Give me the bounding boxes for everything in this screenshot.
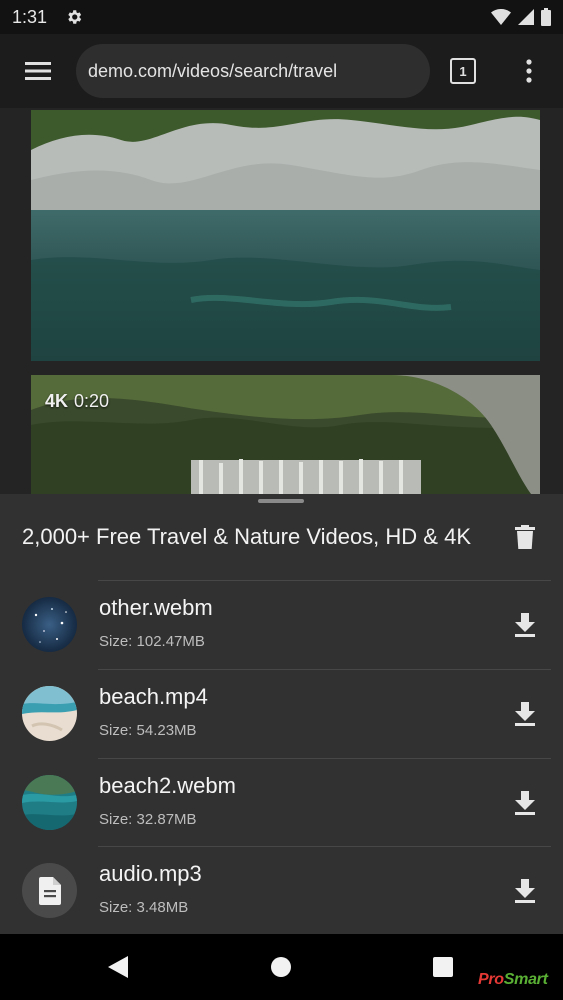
tab-switcher-icon: 1 — [450, 58, 476, 84]
status-bar: 1:31 — [0, 0, 563, 34]
url-bar[interactable]: demo.com/videos/search/travel — [76, 44, 430, 98]
file-size: Size: 54.23MB — [99, 722, 197, 739]
file-name: beach2.webm — [99, 773, 236, 798]
download-icon — [515, 879, 535, 903]
watermark-logo: ProSmart — [478, 971, 548, 989]
video-quality-badge: 4K — [45, 391, 69, 411]
file-thumbnail — [22, 686, 77, 741]
file-thumbnail — [22, 597, 77, 652]
file-name: beach.mp4 — [99, 684, 208, 709]
more-options-button[interactable] — [496, 34, 562, 108]
hamburger-menu-icon — [25, 62, 51, 80]
download-button[interactable] — [505, 786, 545, 820]
download-item[interactable]: audio.mp3 Size: 3.48MB — [0, 847, 563, 935]
more-vertical-icon — [526, 59, 532, 83]
system-nav-bar: ProSmart — [0, 934, 563, 1000]
downloads-bottom-sheet: 2,000+ Free Travel & Nature Videos, HD &… — [0, 494, 563, 934]
battery-icon — [541, 8, 551, 26]
video-duration: 0:20 — [74, 391, 110, 411]
file-size: Size: 102.47MB — [99, 633, 205, 650]
tab-count: 1 — [459, 63, 467, 79]
recents-button[interactable] — [428, 952, 458, 982]
gear-icon — [68, 10, 82, 24]
video-thumbnail-coast[interactable] — [31, 110, 540, 361]
download-item[interactable]: beach.mp4 Size: 54.23MB — [0, 670, 563, 758]
download-item[interactable]: other.webm Size: 102.47MB — [0, 581, 563, 669]
file-thumbnail — [22, 775, 77, 830]
web-content: 4K 0:20 — [0, 108, 563, 494]
page-title: 2,000+ Free Travel & Nature Videos, HD &… — [22, 524, 471, 549]
signal-icon — [518, 9, 534, 25]
menu-button[interactable] — [0, 34, 76, 108]
file-size: Size: 32.87MB — [99, 811, 197, 828]
home-icon — [271, 957, 291, 977]
watermark-smart: Smart — [503, 971, 548, 988]
file-name: other.webm — [99, 595, 213, 620]
trash-icon — [515, 525, 535, 549]
download-icon — [515, 791, 535, 815]
drag-handle[interactable] — [258, 499, 304, 503]
wifi-icon — [491, 9, 511, 25]
download-icon — [515, 613, 535, 637]
video-thumbnail-waterfall[interactable]: 4K 0:20 — [31, 375, 540, 494]
file-name: audio.mp3 — [99, 861, 202, 886]
download-button[interactable] — [505, 874, 545, 908]
status-time: 1:31 — [12, 6, 48, 27]
download-icon — [515, 702, 535, 726]
download-item[interactable]: beach2.webm Size: 32.87MB — [0, 759, 563, 847]
watermark-pro: Pro — [478, 971, 504, 988]
back-button[interactable] — [103, 952, 133, 982]
tab-switcher-button[interactable]: 1 — [430, 34, 496, 108]
recents-icon — [433, 957, 453, 977]
coast-scene — [31, 110, 540, 361]
file-thumbnail — [22, 863, 77, 918]
browser-toolbar: demo.com/videos/search/travel 1 — [0, 34, 563, 108]
back-icon — [108, 956, 128, 978]
url-text: demo.com/videos/search/travel — [88, 60, 338, 81]
document-icon — [38, 876, 61, 905]
clear-button[interactable] — [506, 520, 544, 554]
home-button[interactable] — [266, 952, 296, 982]
file-size: Size: 3.48MB — [99, 899, 189, 916]
download-button[interactable] — [505, 608, 545, 642]
download-button[interactable] — [505, 697, 545, 731]
video-badge: 4K 0:20 — [45, 391, 109, 412]
